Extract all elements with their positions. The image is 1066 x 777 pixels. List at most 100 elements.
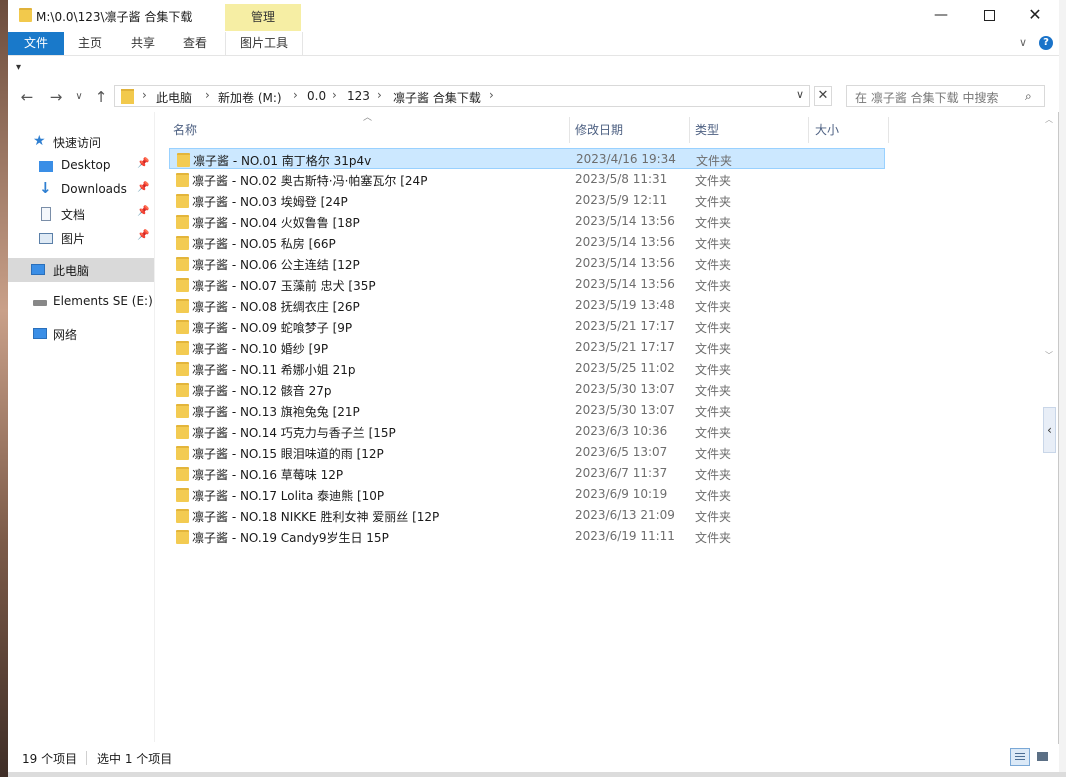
file-name[interactable]: 凛子酱 - NO.16 草莓味 12P — [192, 466, 343, 483]
file-name[interactable]: 凛子酱 - NO.02 奥古斯特·冯·帕塞瓦尔 [24P — [192, 172, 427, 189]
table-row[interactable]: 凛子酱 - NO.04 火奴鲁鲁 [18P 2023/5/14 13:56 文件夹 — [169, 211, 885, 232]
folder-icon — [176, 425, 189, 439]
folder-icon — [176, 236, 189, 250]
table-row[interactable]: 凛子酱 - NO.09 蛇喰梦子 [9P 2023/5/21 17:17 文件夹 — [169, 316, 885, 337]
breadcrumb-separator-icon[interactable]: › — [293, 88, 298, 102]
sidebar-item-label: 文档 — [61, 208, 86, 222]
table-row[interactable]: 凛子酱 - NO.10 婚纱 [9P 2023/5/21 17:17 文件夹 — [169, 337, 885, 358]
breadcrumb-current-folder[interactable]: 凛子酱 合集下载 — [393, 89, 481, 106]
pin-icon[interactable]: 📌 — [137, 182, 149, 193]
sidebar-item-documents[interactable]: 文档 📌 — [8, 202, 154, 226]
file-name[interactable]: 凛子酱 - NO.08 抚绸衣庄 [26P — [192, 298, 360, 315]
sidebar-item-pictures[interactable]: 图片 📌 — [8, 226, 154, 250]
file-name[interactable]: 凛子酱 - NO.10 婚纱 [9P — [192, 340, 328, 357]
file-name[interactable]: 凛子酱 - NO.11 希娜小姐 21p — [192, 361, 356, 378]
file-name[interactable]: 凛子酱 - NO.01 南丁格尔 31p4v — [193, 152, 371, 169]
breadcrumb-separator-icon[interactable]: › — [332, 88, 337, 102]
forward-arrow-icon[interactable]: → — [46, 87, 66, 107]
tab-picture-tools[interactable]: 图片工具 — [225, 32, 303, 55]
customize-toolbar-icon[interactable]: ▾ — [16, 62, 21, 73]
table-row[interactable]: 凛子酱 - NO.11 希娜小姐 21p 2023/5/25 11:02 文件夹 — [169, 358, 885, 379]
minimize-button[interactable]: — — [918, 0, 964, 30]
file-name[interactable]: 凛子酱 - NO.15 眼泪味道的雨 [12P — [192, 445, 384, 462]
pin-icon[interactable]: 📌 — [137, 206, 149, 217]
file-name[interactable]: 凛子酱 - NO.07 玉藻前 忠犬 [35P — [192, 277, 376, 294]
clear-address-icon[interactable]: ✕ — [814, 86, 832, 106]
pin-icon[interactable]: 📌 — [137, 158, 149, 169]
title-bar[interactable]: M:\0.0\123\凛子酱 合集下载 管理 — ✕ — [8, 0, 1059, 32]
column-header-date[interactable]: 修改日期 — [570, 118, 689, 142]
computer-icon — [31, 264, 45, 275]
breadcrumb-drive[interactable]: 新加卷 (M:) — [218, 89, 282, 106]
help-icon[interactable]: ? — [1039, 36, 1053, 50]
table-row[interactable]: 凛子酱 - NO.15 眼泪味道的雨 [12P 2023/6/5 13:07 文件夹 — [169, 442, 885, 463]
column-divider[interactable] — [888, 117, 889, 143]
file-name[interactable]: 凛子酱 - NO.03 埃姆登 [24P — [192, 193, 348, 210]
file-name[interactable]: 凛子酱 - NO.06 公主连结 [12P — [192, 256, 360, 273]
table-row[interactable]: 凛子酱 - NO.18 NIKKE 胜利女神 爱丽丝 [12P 2023/6/13… — [169, 505, 885, 526]
file-name[interactable]: 凛子酱 - NO.17 Lolita 泰迪熊 [10P — [192, 487, 384, 504]
table-row[interactable]: 凛子酱 - NO.07 玉藻前 忠犬 [35P 2023/5/14 13:56 文件… — [169, 274, 885, 295]
recent-locations-chevron-icon[interactable]: ∨ — [69, 87, 89, 107]
breadcrumb-separator-icon[interactable]: › — [489, 88, 494, 102]
tab-home[interactable]: 主页 — [68, 32, 112, 55]
column-header-name[interactable]: 名称 — [169, 118, 569, 142]
sidebar-item-elements-drive[interactable]: Elements SE (E:) — [8, 290, 154, 314]
search-icon[interactable]: ⌕ — [1025, 89, 1032, 104]
table-row[interactable]: 凛子酱 - NO.05 私房 [66P 2023/5/14 13:56 文件夹 — [169, 232, 885, 253]
table-row[interactable]: 凛子酱 - NO.03 埃姆登 [24P 2023/5/9 12:11 文件夹 — [169, 190, 885, 211]
table-row[interactable]: 凛子酱 - NO.01 南丁格尔 31p4v 2023/4/16 19:34 文件夹 — [169, 148, 885, 169]
file-name[interactable]: 凛子酱 - NO.13 旗袍兔兔 [21P — [192, 403, 360, 420]
expand-ribbon-chevron-icon[interactable]: ∨ — [1019, 36, 1027, 49]
details-view-button[interactable] — [1010, 748, 1030, 766]
sidebar-item-quick-access[interactable]: ★ 快速访问 — [8, 130, 154, 154]
table-row[interactable]: 凛子酱 - NO.12 骸音 27p 2023/5/30 13:07 文件夹 — [169, 379, 885, 400]
file-name[interactable]: 凛子酱 - NO.14 巧克力与香子兰 [15P — [192, 424, 396, 441]
file-name[interactable]: 凛子酱 - NO.19 Candy9岁生日 15P — [192, 529, 389, 546]
breadcrumb-folder-123[interactable]: 123 — [347, 89, 370, 103]
table-row[interactable]: 凛子酱 - NO.19 Candy9岁生日 15P 2023/6/19 11:11… — [169, 526, 885, 547]
search-box[interactable]: 在 凛子酱 合集下载 中搜索 ⌕ — [846, 85, 1045, 107]
breadcrumb-this-pc[interactable]: 此电脑 — [156, 89, 192, 106]
sidebar-item-this-pc[interactable]: 此电脑 — [8, 258, 154, 282]
column-header-type[interactable]: 类型 — [690, 118, 808, 142]
sidebar-item-downloads[interactable]: ↓ Downloads 📌 — [8, 178, 154, 202]
table-row[interactable]: 凛子酱 - NO.17 Lolita 泰迪熊 [10P 2023/6/9 10:1… — [169, 484, 885, 505]
file-type: 文件夹 — [695, 321, 732, 335]
sidebar-item-desktop[interactable]: Desktop 📌 — [8, 154, 154, 178]
table-row[interactable]: 凛子酱 - NO.13 旗袍兔兔 [21P 2023/5/30 13:07 文件夹 — [169, 400, 885, 421]
maximize-button[interactable] — [966, 0, 1012, 30]
up-arrow-icon[interactable]: ↑ — [91, 87, 111, 107]
column-header-size[interactable]: 大小 — [809, 118, 889, 142]
table-row[interactable]: 凛子酱 - NO.06 公主连结 [12P 2023/5/14 13:56 文件夹 — [169, 253, 885, 274]
file-name[interactable]: 凛子酱 - NO.09 蛇喰梦子 [9P — [192, 319, 352, 336]
large-icons-view-button[interactable] — [1033, 748, 1053, 766]
breadcrumb-separator-icon[interactable]: › — [377, 88, 382, 102]
breadcrumb-separator-icon[interactable]: › — [205, 88, 210, 102]
table-row[interactable]: 凛子酱 - NO.14 巧克力与香子兰 [15P 2023/6/3 10:36 文件… — [169, 421, 885, 442]
scroll-down-icon[interactable]: ﹀ — [1045, 350, 1053, 361]
sidebar-item-label: Elements SE (E:) — [53, 294, 153, 308]
scroll-up-icon[interactable]: ︿ — [1045, 114, 1053, 125]
breadcrumb-folder-0-0[interactable]: 0.0 — [307, 89, 326, 103]
file-name[interactable]: 凛子酱 - NO.18 NIKKE 胜利女神 爱丽丝 [12P — [192, 508, 439, 525]
address-dropdown-icon[interactable]: ∨ — [796, 88, 804, 101]
manage-context-tab[interactable]: 管理 — [225, 4, 301, 31]
table-row[interactable]: 凛子酱 - NO.02 奥古斯特·冯·帕塞瓦尔 [24P 2023/5/8 11:… — [169, 169, 885, 190]
pin-icon[interactable]: 📌 — [137, 230, 149, 241]
preview-pane-toggle-chevron-icon[interactable]: ‹ — [1043, 407, 1056, 453]
table-row[interactable]: 凛子酱 - NO.08 抚绸衣庄 [26P 2023/5/19 13:48 文件夹 — [169, 295, 885, 316]
breadcrumb-separator-icon[interactable]: › — [142, 88, 147, 102]
address-bar[interactable]: › 此电脑 › 新加卷 (M:) › 0.0 › 123 › 凛子酱 合集下载 … — [114, 85, 810, 107]
tab-share[interactable]: 共享 — [121, 32, 165, 55]
sidebar-item-network[interactable]: 网络 — [8, 322, 154, 346]
tab-file[interactable]: 文件 — [8, 32, 64, 55]
tab-view[interactable]: 查看 — [173, 32, 217, 55]
table-row[interactable]: 凛子酱 - NO.16 草莓味 12P 2023/6/7 11:37 文件夹 — [169, 463, 885, 484]
download-icon: ↓ — [39, 179, 52, 197]
file-name[interactable]: 凛子酱 - NO.05 私房 [66P — [192, 235, 336, 252]
close-button[interactable]: ✕ — [1012, 0, 1058, 30]
file-name[interactable]: 凛子酱 - NO.04 火奴鲁鲁 [18P — [192, 214, 360, 231]
back-arrow-icon[interactable]: ← — [17, 87, 37, 107]
file-name[interactable]: 凛子酱 - NO.12 骸音 27p — [192, 382, 332, 399]
